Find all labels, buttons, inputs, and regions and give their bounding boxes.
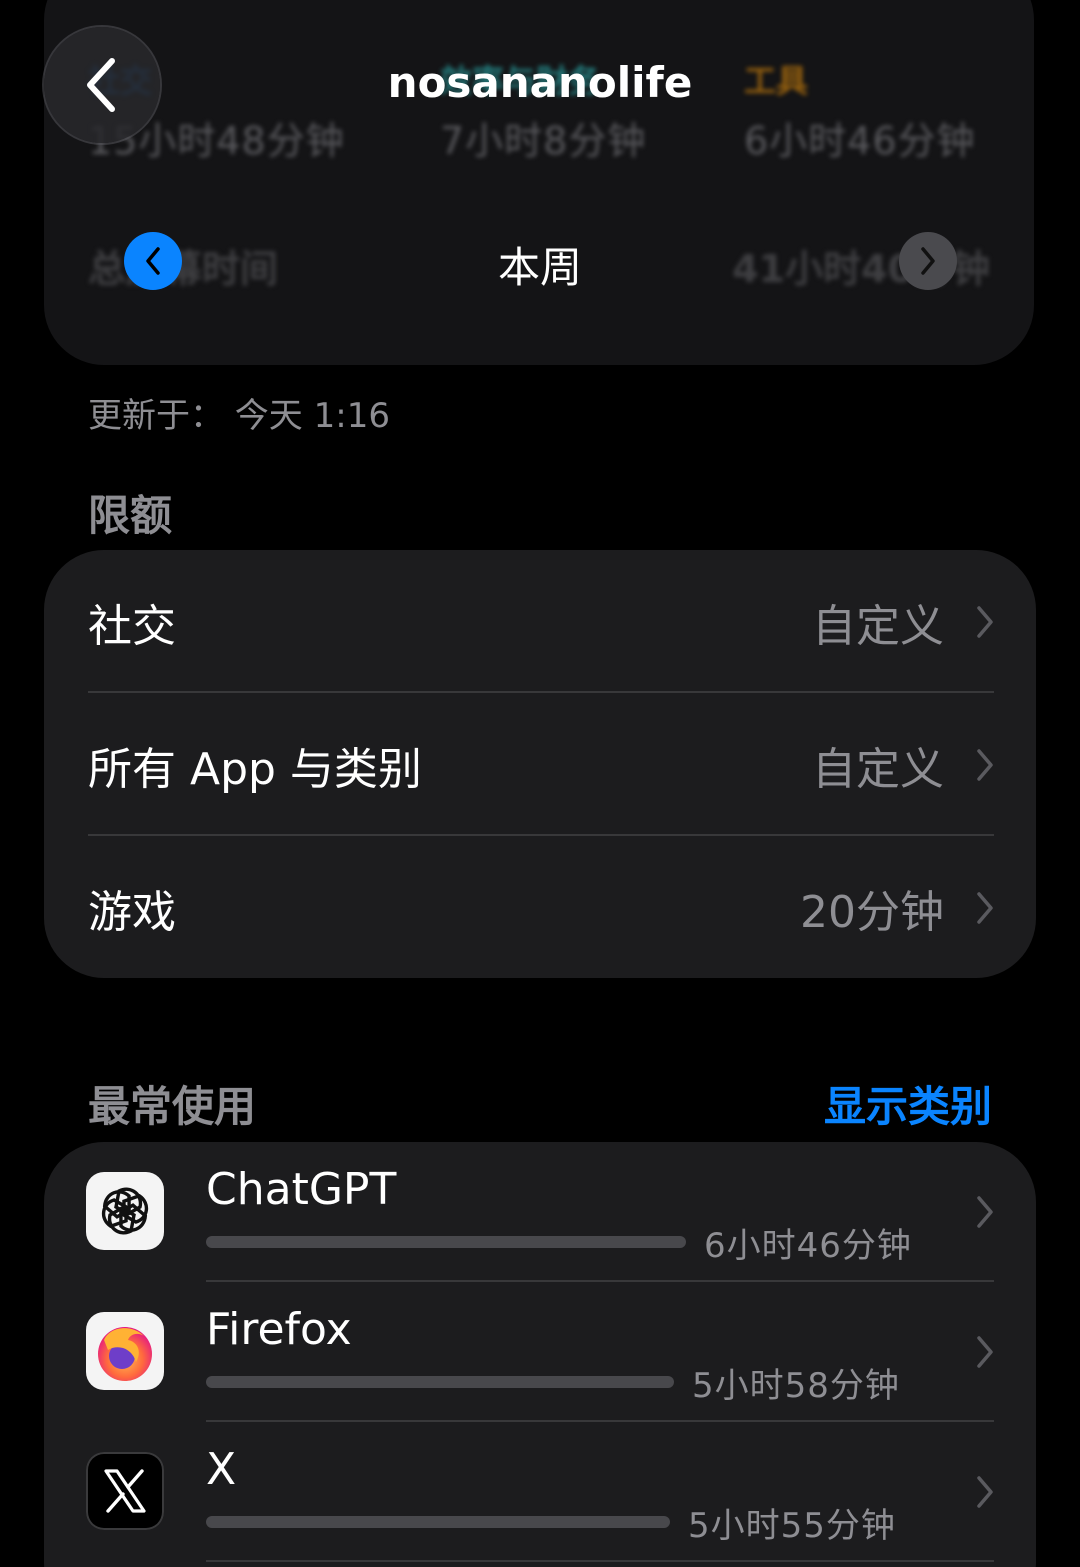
app-usage-time: 5小时55分钟 <box>688 1506 896 1546</box>
limits-section-title: 限额 <box>88 491 173 540</box>
chevron-right-icon <box>921 247 935 275</box>
app-name: X <box>206 1444 237 1495</box>
limit-row-social[interactable]: 社交 自定义 <box>44 550 1036 693</box>
next-week-button[interactable] <box>899 232 957 290</box>
app-usage-time: 5小时58分钟 <box>692 1366 900 1406</box>
chatgpt-icon <box>86 1172 164 1250</box>
x-icon <box>86 1452 164 1530</box>
usage-bar <box>206 1516 670 1528</box>
chevron-right-icon <box>977 891 993 924</box>
last-updated-text: 更新于： 今天 1:16 <box>88 396 390 436</box>
limits-group: 社交 自定义 所有 App 与类别 自定义 游戏 20分钟 <box>44 550 1036 978</box>
category-time-utilities: 6小时46分钟 <box>744 119 976 163</box>
usage-bar <box>206 1376 674 1388</box>
screen-time-app-detail: 社交 效率与财务 工具 15小时48分钟 7小时8分钟 6小时46分钟 总屏幕时… <box>0 0 1080 1567</box>
show-categories-link[interactable]: 显示类别 <box>824 1073 992 1134</box>
chevron-right-icon <box>977 748 993 781</box>
chevron-right-icon <box>977 1476 993 1508</box>
usage-bar <box>206 1236 686 1248</box>
chevron-right-icon <box>977 605 993 638</box>
app-name: Firefox <box>206 1304 352 1355</box>
page-title: nosananolife <box>387 58 693 107</box>
app-name: ChatGPT <box>206 1164 397 1215</box>
chevron-right-icon <box>977 1336 993 1368</box>
summary-card: 社交 效率与财务 工具 15小时48分钟 7小时8分钟 6小时46分钟 总屏幕时… <box>44 0 1034 365</box>
category-time-productivity: 7小时8分钟 <box>440 119 647 163</box>
limit-row-games[interactable]: 游戏 20分钟 <box>44 836 1036 978</box>
limit-label: 游戏 <box>88 886 176 938</box>
limit-value: 20分钟 <box>800 886 944 938</box>
app-row-chatgpt[interactable]: ChatGPT 6小时46分钟 <box>44 1142 1036 1282</box>
limit-label: 所有 App 与类别 <box>88 743 422 795</box>
summary-blur-layer: 社交 效率与财务 工具 15小时48分钟 7小时8分钟 6小时46分钟 总屏幕时… <box>44 0 1034 365</box>
most-used-group: ChatGPT 6小时46分钟 Firefox 5小时58分钟 X 5小时55分… <box>44 1142 1036 1567</box>
week-selector: 本周 <box>0 230 1080 292</box>
limit-label: 社交 <box>88 600 176 652</box>
limit-value: 自定义 <box>812 600 944 652</box>
firefox-icon <box>86 1312 164 1390</box>
limit-value: 自定义 <box>812 743 944 795</box>
app-row-x[interactable]: X 5小时55分钟 <box>44 1422 1036 1562</box>
most-used-section-title: 最常使用 <box>88 1082 257 1131</box>
app-row-firefox[interactable]: Firefox 5小时58分钟 <box>44 1282 1036 1422</box>
chevron-right-icon <box>977 1196 993 1228</box>
app-usage-time: 6小时46分钟 <box>704 1226 912 1266</box>
limit-row-all-apps[interactable]: 所有 App 与类别 自定义 <box>44 693 1036 836</box>
separator <box>206 1560 994 1562</box>
